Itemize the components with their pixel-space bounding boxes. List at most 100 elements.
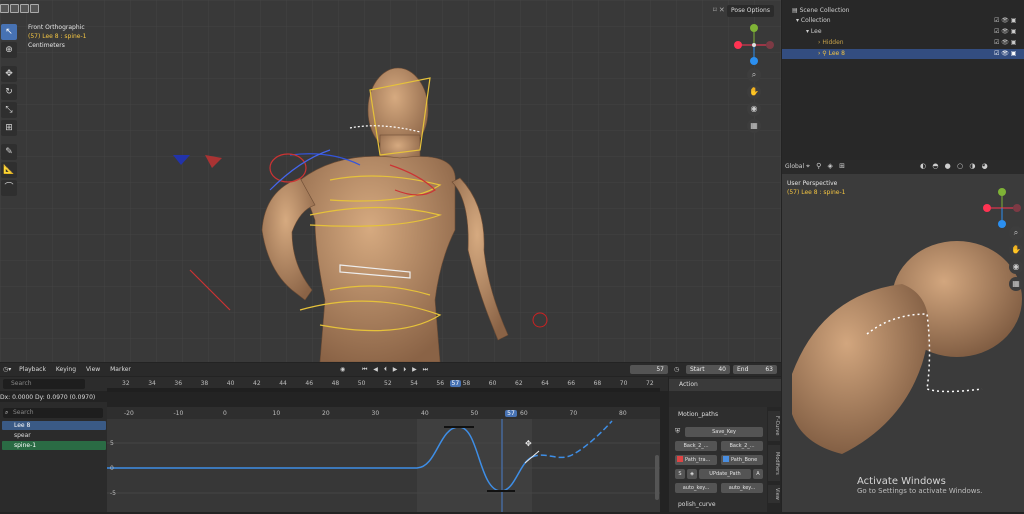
tab-view[interactable]: View: [768, 485, 780, 503]
annotate-tool-icon[interactable]: ✎: [1, 144, 17, 160]
visibility-icons[interactable]: ☑ 👁 ▣: [994, 49, 1016, 59]
timeline-scrollbar[interactable]: [107, 388, 660, 392]
auto-key-button-2[interactable]: auto_key...: [721, 483, 763, 493]
outliner-collection[interactable]: ▾ Collection ☑ 👁 ▣: [782, 16, 1024, 26]
outliner-scene-collection[interactable]: ▤ Scene Collection: [782, 6, 1024, 16]
menu-marker[interactable]: Marker: [110, 363, 131, 376]
graph-tick: 70: [569, 410, 578, 417]
graph-tick: 57: [505, 410, 517, 417]
select-invert-icon[interactable]: [30, 4, 39, 13]
timeline-tick: 70: [619, 380, 628, 387]
menu-keying[interactable]: Keying: [56, 363, 76, 376]
main-viewport[interactable]: Front Orthographic (57) Lee 8 : spine-1 …: [0, 0, 781, 362]
timeline-tick: 42: [253, 380, 261, 387]
graph-tick: 20: [322, 410, 330, 417]
move-tool-icon[interactable]: ✥: [1, 66, 17, 82]
save-key-button[interactable]: Save_Key: [685, 427, 763, 437]
motion-paths-panel: Motion_paths Save_Key ⛨ Back_2_... Back_…: [669, 407, 767, 512]
back-button-1[interactable]: Back_2_...: [675, 441, 717, 451]
select-subtract-icon[interactable]: [20, 4, 29, 13]
timeline-tick: 57: [449, 380, 462, 387]
channel-search[interactable]: Search: [3, 408, 103, 418]
rotate-tool-icon[interactable]: ↻: [1, 84, 17, 100]
graph-y-tick: 5: [110, 440, 114, 447]
viewport-header-icons[interactable]: [0, 4, 40, 15]
graph-tick: 0: [223, 410, 227, 417]
select-mode-icon[interactable]: [0, 4, 9, 13]
graph-tick: 30: [371, 410, 380, 417]
polish-curve-header[interactable]: polish_curve: [678, 501, 716, 508]
menu-view[interactable]: View: [86, 363, 100, 376]
visibility-icons[interactable]: ☑ 👁 ▣: [994, 16, 1016, 26]
visibility-icons[interactable]: ☑ 👁 ▣: [994, 38, 1016, 48]
measure-tool-icon[interactable]: 📐: [1, 162, 17, 178]
timeline-tick: 58: [462, 380, 471, 387]
channel-spear[interactable]: spear: [2, 431, 106, 440]
orientation-dropdown[interactable]: Global: [785, 163, 804, 170]
timeline-tick: 44: [279, 380, 287, 387]
units-label: Centimeters: [28, 42, 65, 49]
graph-scrollbar[interactable]: [655, 455, 659, 500]
viewport2-nav: ⌕ ✋ ◉ ▦: [1009, 226, 1023, 291]
a-button[interactable]: A: [753, 469, 763, 479]
tab-modifiers[interactable]: Modifiers: [768, 445, 780, 481]
outliner-item-lee[interactable]: ▾ Lee ☑ 👁 ▣: [782, 27, 1024, 37]
timeline-tick: 72: [646, 380, 654, 387]
select-add-icon[interactable]: [10, 4, 19, 13]
timeline-tick: 64: [541, 380, 549, 387]
end-frame-field[interactable]: End 63: [733, 365, 777, 374]
view-name: Front Orthographic: [28, 24, 85, 31]
timeline-editor-icon[interactable]: ◷▾: [3, 366, 11, 373]
record-icon[interactable]: ◉: [340, 363, 345, 376]
channel-lee8[interactable]: Lee 8: [2, 421, 106, 430]
perspective-viewport[interactable]: User Perspective (57) Lee 8 : spine-1 ⌕ …: [782, 174, 1024, 512]
timeline-tick: 38: [200, 380, 209, 387]
channel-label: spear: [14, 432, 31, 439]
current-frame-field[interactable]: 57: [630, 365, 668, 374]
pan-icon[interactable]: ✋: [1009, 243, 1023, 257]
visibility-icons[interactable]: ☑ 👁 ▣: [994, 27, 1016, 37]
graph-tick: -20: [124, 410, 134, 417]
zoom-icon[interactable]: ⌕: [1009, 226, 1023, 240]
sidebar-tabs: F-Curve Modifiers View: [767, 407, 781, 512]
back-button-2[interactable]: Back_2_...: [721, 441, 763, 451]
overlay-toggle-icon[interactable]: ⌑ ✕: [713, 6, 725, 14]
timeline-search[interactable]: Search: [3, 379, 85, 389]
pose-options-dropdown[interactable]: Pose Options: [727, 5, 774, 17]
pan-icon[interactable]: ✋: [747, 85, 761, 99]
path-tra-button[interactable]: Path_tra...: [675, 455, 717, 465]
action-dropdown[interactable]: Action: [669, 379, 781, 391]
armature-icon: › ⚲: [818, 50, 829, 57]
graph-ruler[interactable]: -20 -10 0 10 20 30 40 50 57 60 70 80: [107, 407, 660, 419]
path-bone-button[interactable]: Path_Bone: [721, 455, 763, 465]
camera-icon[interactable]: ◉: [1009, 260, 1023, 274]
bone-tool-icon[interactable]: ⌒: [1, 180, 17, 196]
motion-paths-header[interactable]: Motion_paths: [678, 411, 718, 418]
outliner-item-lee8[interactable]: › ⚲ Lee 8 ☑ 👁 ▣: [782, 49, 1024, 59]
channel-spine1[interactable]: spine-1: [2, 441, 106, 450]
tab-fcurve[interactable]: F-Curve: [768, 411, 780, 441]
zoom-icon[interactable]: ⌕: [747, 68, 761, 82]
camera-icon[interactable]: ◉: [747, 102, 761, 116]
start-frame-field[interactable]: Start 40: [686, 365, 730, 374]
menu-playback[interactable]: Playback: [19, 363, 46, 376]
fcurve-plot[interactable]: [107, 407, 660, 512]
cursor-tool-icon[interactable]: ⊕: [1, 42, 17, 58]
grid-view-icon[interactable]: ▦: [1009, 277, 1023, 291]
pivot-snap-icons[interactable]: ⌖ ⚲ ◈ ⊞: [806, 162, 847, 171]
object2-label: (57) Lee 8 : spine-1: [787, 189, 846, 196]
s-button[interactable]: S: [675, 469, 685, 479]
overlay-shading-icons[interactable]: ◐ ◓ ● ○ ◑ ◕: [920, 162, 990, 170]
timeline-tick: 60: [488, 380, 497, 387]
transform-tool-icon[interactable]: ⊞: [1, 120, 17, 136]
update-path-button[interactable]: UPdate_Path: [699, 469, 751, 479]
keyframe-icon[interactable]: ◈: [687, 469, 697, 479]
outliner-item-hidden[interactable]: › Hidden ☑ 👁 ▣: [782, 38, 1024, 48]
playback-controls[interactable]: ⏮ ◀ ⏴ ▶ ⏵ ▶ ⏭: [362, 363, 430, 376]
graph-editor-canvas[interactable]: [107, 407, 660, 512]
scale-tool-icon[interactable]: ⤡: [1, 102, 17, 118]
viewport2-info-overlay: User Perspective (57) Lee 8 : spine-1: [787, 179, 845, 197]
select-tool-icon[interactable]: ↖: [1, 24, 17, 40]
grid-view-icon[interactable]: ▦: [747, 119, 761, 133]
auto-key-button-1[interactable]: auto_key...: [675, 483, 717, 493]
